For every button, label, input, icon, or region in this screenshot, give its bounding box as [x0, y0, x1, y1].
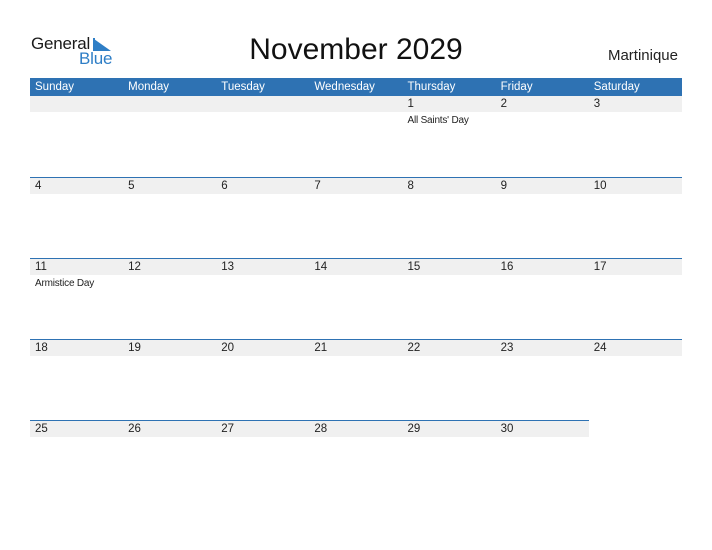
holiday-label: Armistice Day — [35, 278, 95, 289]
day-number-band — [309, 96, 403, 112]
weekday-tuesday: Tuesday — [221, 81, 265, 93]
weekday-friday: Friday — [500, 81, 533, 93]
day-number: 29 — [407, 423, 421, 435]
weekday-wednesday: Wednesday — [314, 81, 375, 93]
day-cell: 14 — [309, 258, 403, 339]
day-number: 9 — [500, 180, 508, 192]
day-number: 2 — [500, 98, 508, 110]
day-number-band — [30, 96, 124, 112]
day-cell: 9 — [495, 177, 589, 258]
day-cell: 2 — [495, 96, 589, 177]
day-number: 10 — [593, 180, 607, 192]
day-number: 16 — [500, 261, 514, 273]
week-row: 18 19 20 21 22 23 24 — [30, 339, 682, 420]
day-cell: 8 — [402, 177, 496, 258]
day-cell — [216, 96, 310, 177]
day-number-band — [588, 96, 682, 112]
day-number: 15 — [407, 261, 421, 273]
day-number: 6 — [221, 180, 228, 192]
day-cell: 22 — [402, 339, 496, 420]
day-cell: 21 — [309, 339, 403, 420]
day-number: 17 — [593, 261, 607, 273]
day-number: 24 — [593, 342, 607, 354]
day-cell: 12 — [123, 258, 217, 339]
day-cell: 11 Armistice Day — [30, 258, 124, 339]
day-cell: 23 — [495, 339, 589, 420]
week-row: 4 5 6 7 8 9 10 — [30, 177, 682, 258]
week-row: 11 Armistice Day 12 13 14 15 16 17 — [30, 258, 682, 339]
day-cell — [123, 96, 217, 177]
weekday-header: Sunday Monday Tuesday Wednesday Thursday… — [30, 78, 682, 96]
day-cell: 7 — [309, 177, 403, 258]
weekday-monday: Monday — [128, 81, 170, 93]
day-number-band — [30, 178, 124, 194]
day-number: 5 — [128, 180, 135, 192]
holiday-label: All Saints' Day — [407, 115, 469, 126]
day-number: 14 — [314, 261, 328, 273]
day-number-band — [216, 178, 310, 194]
day-cell: 24 — [588, 339, 682, 420]
day-number: 3 — [593, 98, 601, 110]
day-number: 18 — [35, 342, 48, 354]
day-number: 1 — [407, 98, 414, 110]
day-number: 19 — [128, 342, 141, 354]
day-number: 12 — [128, 261, 141, 273]
day-cell: 17 — [588, 258, 682, 339]
day-number: 27 — [221, 423, 235, 435]
day-cell — [309, 96, 403, 177]
day-cell: 25 — [30, 420, 124, 501]
day-number-band — [495, 96, 589, 112]
day-cell: 30 — [495, 420, 589, 501]
day-number: 26 — [128, 423, 141, 435]
day-cell: 27 — [216, 420, 310, 501]
week-row: 1 All Saints' Day 2 3 — [30, 96, 682, 177]
day-number-band — [123, 178, 217, 194]
day-cell: 28 — [309, 420, 403, 501]
day-cell: 18 — [30, 339, 124, 420]
day-number: 22 — [407, 342, 421, 354]
day-number-band — [495, 178, 589, 194]
week-row: 25 26 27 28 29 30 — [30, 420, 682, 501]
day-number: 20 — [221, 342, 235, 354]
day-number: 21 — [314, 342, 328, 354]
day-number-band — [402, 96, 496, 112]
weekday-sunday: Sunday — [35, 81, 75, 93]
day-number: 7 — [314, 180, 321, 192]
day-number: 11 — [35, 261, 47, 273]
weekday-thursday: Thursday — [407, 81, 456, 93]
day-number-band — [402, 178, 496, 194]
day-cell: 20 — [216, 339, 310, 420]
day-cell: 4 — [30, 177, 124, 258]
day-number-band — [309, 178, 403, 194]
day-number: 28 — [314, 423, 328, 435]
day-cell: 5 — [123, 177, 217, 258]
day-cell: 16 — [495, 258, 589, 339]
day-cell: 26 — [123, 420, 217, 501]
day-number: 13 — [221, 261, 235, 273]
day-cell: 19 — [123, 339, 217, 420]
day-cell: 29 — [402, 420, 496, 501]
day-cell: 6 — [216, 177, 310, 258]
weekday-saturday: Saturday — [593, 81, 640, 93]
day-number: 30 — [500, 423, 514, 435]
day-number: 4 — [35, 180, 42, 192]
day-cell: 3 — [588, 96, 682, 177]
day-number: 23 — [500, 342, 514, 354]
empty-cell — [589, 420, 682, 501]
day-number-band — [216, 96, 310, 112]
country-label: Martinique — [607, 47, 678, 64]
day-number: 8 — [407, 180, 414, 192]
day-cell: 10 — [588, 177, 682, 258]
day-cell: 1 All Saints' Day — [402, 96, 496, 177]
page-title: November 2029 — [249, 33, 463, 66]
day-cell — [30, 96, 124, 177]
day-number-band — [123, 96, 217, 112]
day-cell: 15 — [402, 258, 496, 339]
day-cell: 13 — [216, 258, 310, 339]
day-number: 25 — [35, 423, 48, 435]
